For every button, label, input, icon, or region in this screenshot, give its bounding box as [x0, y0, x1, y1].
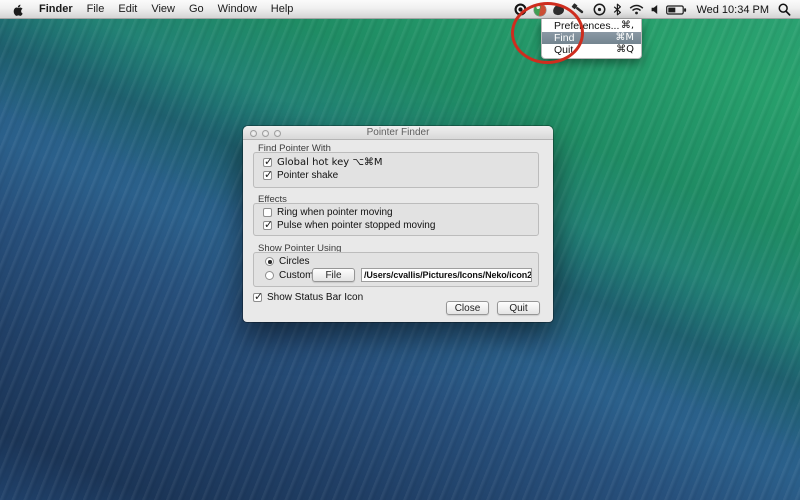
radio-label: Circles — [279, 256, 310, 267]
checkbox-label: Global hot key ⌥⌘M — [277, 157, 382, 168]
menu-item-shortcut: ⌘, — [621, 20, 634, 32]
status-item-menu: Preferences... ⌘, Find ⌘M Quit ⌘Q — [541, 19, 642, 59]
desktop[interactable]: Finder File Edit View Go Window Help — [0, 0, 800, 500]
status-tray: Wed 10:34 PM — [514, 0, 800, 19]
menu-help[interactable]: Help — [264, 0, 301, 19]
checkbox-pulse-when-stopped[interactable]: Pulse when pointer stopped moving — [263, 220, 435, 231]
menu-file[interactable]: File — [80, 0, 112, 19]
quit-button[interactable]: Quit — [497, 301, 540, 315]
battery-icon[interactable] — [666, 5, 687, 15]
checkbox-icon — [263, 208, 272, 217]
radio-custom[interactable]: Custom — [265, 270, 313, 281]
apple-menu-icon[interactable] — [12, 3, 24, 16]
menu-view[interactable]: View — [144, 0, 182, 19]
radio-icon — [265, 257, 274, 266]
window-title: Pointer Finder — [243, 127, 553, 138]
close-button[interactable]: Close — [446, 301, 489, 315]
bluetooth-icon[interactable] — [613, 3, 622, 16]
checkbox-label: Pointer shake — [277, 170, 338, 181]
menu-finder[interactable]: Finder — [32, 0, 80, 19]
menu-go[interactable]: Go — [182, 0, 211, 19]
checkbox-label: Show Status Bar Icon — [267, 292, 363, 303]
checkbox-label: Pulse when pointer stopped moving — [277, 220, 435, 231]
radio-circles[interactable]: Circles — [265, 256, 310, 267]
volume-icon[interactable] — [651, 4, 659, 15]
menu-item-preferences[interactable]: Preferences... ⌘, — [542, 20, 641, 32]
pointer-finder-status-icon[interactable] — [514, 3, 527, 16]
window-titlebar[interactable]: Pointer Finder — [243, 126, 553, 140]
menu-window[interactable]: Window — [211, 0, 264, 19]
checkbox-icon — [263, 171, 272, 180]
checkbox-ring-when-moving[interactable]: Ring when pointer moving — [263, 207, 393, 218]
radio-icon — [265, 271, 274, 280]
checkbox-global-hot-key[interactable]: Global hot key ⌥⌘M — [263, 157, 382, 168]
menu-item-find[interactable]: Find ⌘M — [542, 32, 641, 44]
menubar-clock[interactable]: Wed 10:34 PM — [694, 4, 771, 16]
spotlight-icon[interactable] — [778, 3, 791, 16]
radio-label: Custom — [279, 270, 313, 281]
menu-item-quit[interactable]: Quit ⌘Q — [542, 44, 641, 56]
checkbox-pointer-shake[interactable]: Pointer shake — [263, 170, 338, 181]
globe-app-status-icon[interactable] — [534, 4, 546, 16]
menu-item-label: Quit — [554, 44, 573, 56]
pointer-finder-window: Pointer Finder Find Pointer With Global … — [243, 126, 553, 322]
menu-item-label: Find — [554, 32, 574, 44]
checkbox-icon — [253, 293, 262, 302]
checkbox-icon — [263, 158, 272, 167]
circle-dot-status-icon[interactable] — [593, 3, 606, 16]
flashlight-status-icon[interactable] — [571, 3, 586, 16]
menu-item-shortcut: ⌘M — [615, 32, 634, 44]
custom-icon-path-field[interactable]: /Users/cvallis/Pictures/Icons/Neko/icon2 — [361, 268, 532, 282]
checkbox-show-status-bar-icon[interactable]: Show Status Bar Icon — [253, 292, 363, 303]
menubar: Finder File Edit View Go Window Help — [0, 0, 800, 19]
menu-item-shortcut: ⌘Q — [616, 44, 634, 56]
menu-edit[interactable]: Edit — [111, 0, 144, 19]
checkbox-icon — [263, 221, 272, 230]
menu-item-label: Preferences... — [554, 20, 619, 32]
mouse-status-icon[interactable] — [553, 5, 564, 15]
checkbox-label: Ring when pointer moving — [277, 207, 393, 218]
wifi-icon[interactable] — [629, 4, 644, 15]
file-button[interactable]: File — [312, 268, 355, 282]
